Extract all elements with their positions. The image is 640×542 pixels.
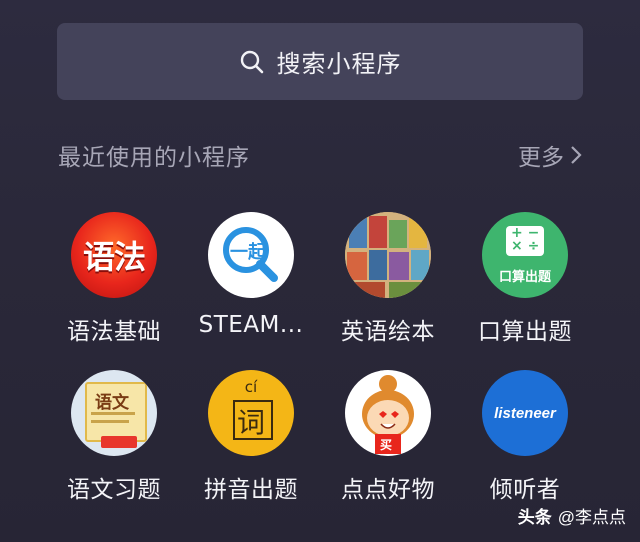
- books-icon: [345, 212, 431, 298]
- cartoon-girl-icon: 买: [345, 370, 431, 456]
- app-grid: 语法 语法基础 一起 STEAM... 英语绘本 + − × ÷ 口算出题 口算…: [0, 0, 640, 542]
- grammar-icon: 语法: [71, 212, 157, 298]
- app-grammar-basics[interactable]: 语法 语法基础: [45, 212, 183, 346]
- magnifier-icon: 一起: [208, 212, 294, 298]
- app-label: 口算出题: [478, 319, 572, 345]
- app-label: 倾听者: [489, 477, 561, 503]
- app-label: 英语绘本: [341, 319, 435, 345]
- app-label: 语法基础: [67, 319, 161, 345]
- app-listener[interactable]: listeneer 倾听者: [456, 370, 594, 504]
- watermark: 头条 @李点点: [518, 503, 626, 528]
- watermark-brand: 头条: [517, 508, 552, 527]
- app-english-picture-books[interactable]: 英语绘本: [319, 212, 457, 346]
- app-chinese-exercises[interactable]: 语文 语文习题: [45, 370, 183, 504]
- listeneer-logo-icon: listeneer: [482, 370, 568, 456]
- app-label: 点点好物: [341, 477, 435, 503]
- app-label: 拼音出题: [204, 477, 298, 503]
- chinese-book-icon: 语文: [71, 370, 157, 456]
- app-label: STEAM...: [198, 312, 304, 338]
- app-label: 语文习题: [67, 477, 161, 503]
- watermark-handle: @李点点: [557, 508, 626, 527]
- app-steam[interactable]: 一起 STEAM...: [182, 212, 320, 338]
- pinyin-icon: cí 词: [208, 370, 294, 456]
- math-icon: + − × ÷ 口算出题: [482, 212, 568, 298]
- app-mental-math[interactable]: + − × ÷ 口算出题 口算出题: [456, 212, 594, 346]
- app-pinyin[interactable]: cí 词 拼音出题: [182, 370, 320, 504]
- app-diandian-goods[interactable]: 买 点点好物: [319, 370, 457, 504]
